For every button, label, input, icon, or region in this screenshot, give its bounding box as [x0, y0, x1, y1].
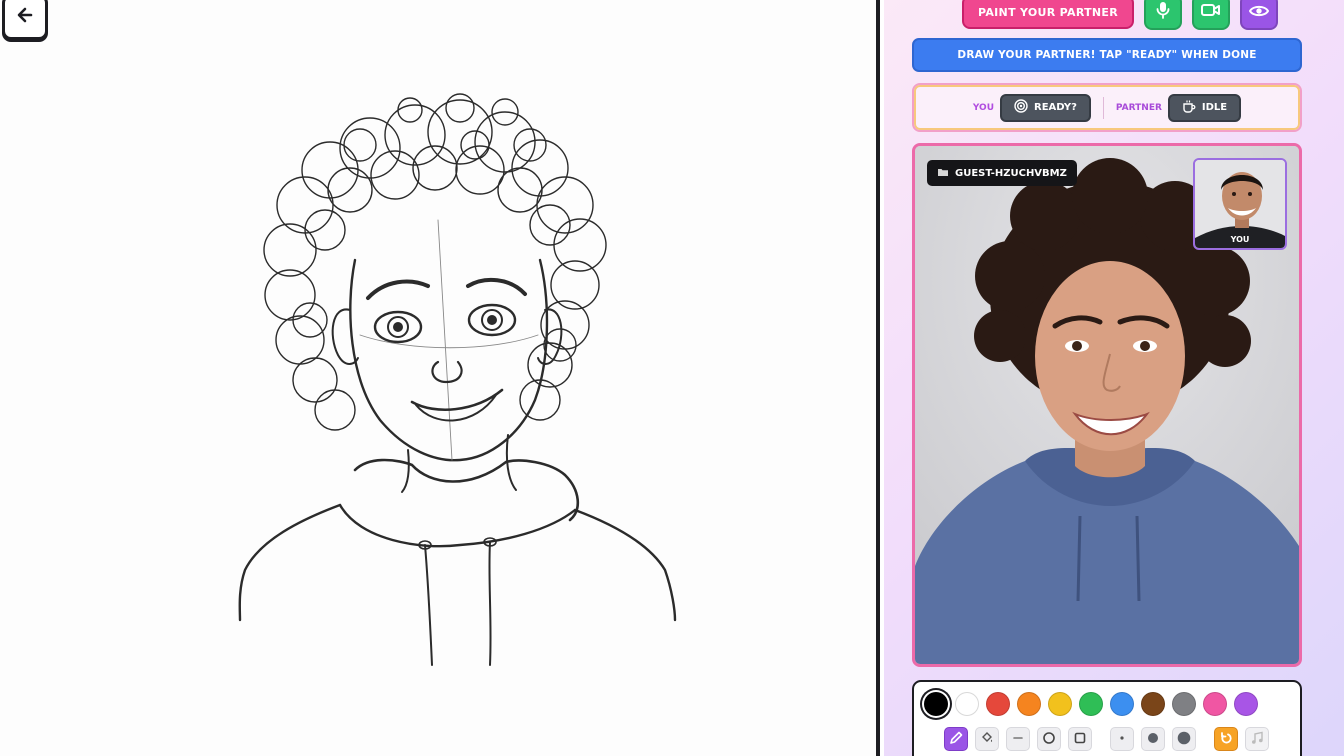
- partner-state-label: IDLE: [1201, 102, 1228, 113]
- ready-button[interactable]: READY?: [1000, 93, 1091, 122]
- folder-icon: [937, 167, 949, 180]
- medium-brush-icon: [1146, 730, 1160, 749]
- brush-size-large-button[interactable]: [1172, 727, 1196, 751]
- color-swatch[interactable]: [1048, 692, 1072, 716]
- pencil-icon: [949, 730, 963, 749]
- color-swatch[interactable]: [1234, 692, 1258, 716]
- pencil-tool-button[interactable]: [944, 727, 968, 751]
- color-swatch[interactable]: [924, 692, 948, 716]
- target-icon: [1014, 99, 1028, 116]
- partner-sketch: [238, 93, 677, 666]
- color-swatch[interactable]: [1172, 692, 1196, 716]
- microphone-button[interactable]: [1144, 0, 1182, 30]
- circle-tool-button[interactable]: [1037, 727, 1061, 751]
- watch-button[interactable]: [1240, 0, 1278, 30]
- status-divider: [1102, 96, 1104, 119]
- color-swatch[interactable]: [986, 692, 1010, 716]
- color-swatch[interactable]: [1141, 692, 1165, 716]
- partner-label: PARTNER: [1115, 102, 1162, 113]
- microphone-icon: [1155, 1, 1171, 23]
- line-tool-button[interactable]: [1006, 727, 1030, 751]
- paint-your-partner-button[interactable]: PAINT YOUR PARTNER: [962, 0, 1134, 29]
- small-brush-icon: [1115, 730, 1129, 749]
- back-button[interactable]: [2, 0, 48, 40]
- fill-bucket-icon: [980, 730, 994, 749]
- color-palette: [924, 692, 1258, 716]
- header-controls: PAINT YOUR PARTNER: [962, 0, 1278, 30]
- fill-tool-button[interactable]: [975, 727, 999, 751]
- drawing-toolbox: [912, 680, 1302, 756]
- partner-video-feed: GUEST-HZUCHVBMZ YOU: [912, 143, 1302, 667]
- circle-icon: [1042, 730, 1056, 749]
- arrow-left-icon: [15, 5, 35, 29]
- brush-size-small-button[interactable]: [1110, 727, 1134, 751]
- color-swatch[interactable]: [1110, 692, 1134, 716]
- guest-name-tag: GUEST-HZUCHVBMZ: [927, 160, 1077, 186]
- coffee-cup-icon: [1182, 99, 1196, 116]
- eye-icon: [1248, 3, 1270, 22]
- color-swatch[interactable]: [955, 692, 979, 716]
- drawing-canvas[interactable]: [0, 0, 880, 756]
- partner-status-badge: IDLE: [1167, 93, 1242, 122]
- ready-status-bar: YOU READY? PARTNER IDLE: [912, 83, 1302, 132]
- music-button[interactable]: [1245, 727, 1269, 751]
- camera-button[interactable]: [1192, 0, 1230, 30]
- video-camera-icon: [1201, 2, 1221, 22]
- self-video-label: YOU: [1230, 235, 1250, 244]
- tool-row: [944, 727, 1269, 751]
- line-icon: [1011, 730, 1025, 749]
- ready-label: READY?: [1034, 102, 1077, 113]
- undo-icon: [1219, 730, 1233, 749]
- undo-button[interactable]: [1214, 727, 1238, 751]
- square-icon: [1073, 730, 1087, 749]
- color-swatch[interactable]: [1079, 692, 1103, 716]
- side-panel: PAINT YOUR PARTNER DRAW YOUR PARTNER! TA…: [884, 0, 1344, 756]
- music-icon: [1250, 730, 1264, 749]
- brush-size-medium-button[interactable]: [1141, 727, 1165, 751]
- large-brush-icon: [1177, 730, 1191, 749]
- square-tool-button[interactable]: [1068, 727, 1092, 751]
- guest-name: GUEST-HZUCHVBMZ: [955, 167, 1067, 179]
- color-swatch[interactable]: [1203, 692, 1227, 716]
- instruction-banner: DRAW YOUR PARTNER! TAP "READY" WHEN DONE: [912, 38, 1302, 72]
- you-label: YOU: [972, 102, 994, 113]
- color-swatch[interactable]: [1017, 692, 1041, 716]
- self-video-preview[interactable]: YOU: [1193, 158, 1287, 250]
